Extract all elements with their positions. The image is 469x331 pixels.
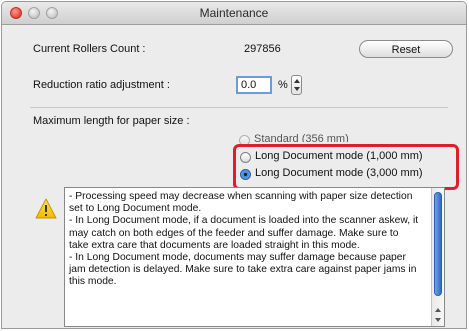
rollers-count-value: 297856 — [244, 43, 281, 55]
notice-scrollbar[interactable] — [431, 188, 444, 326]
window-title: Maintenance — [199, 6, 269, 20]
maintenance-window: Maintenance Current Rollers Count : 2978… — [1, 1, 467, 329]
reduction-ratio-stepper[interactable] — [291, 75, 302, 95]
rollers-count-label: Current Rollers Count : — [33, 43, 146, 55]
warning-icon — [35, 198, 57, 219]
scroll-up-icon[interactable] — [435, 308, 441, 312]
stepper-down-icon[interactable] — [294, 87, 300, 91]
scroll-down-icon[interactable] — [435, 318, 441, 322]
percent-unit-label: % — [278, 79, 288, 91]
stepper-up-icon[interactable] — [294, 79, 300, 83]
notice-text: - Processing speed may decrease when sca… — [69, 191, 419, 288]
radio-standard-label: Standard (356 mm) — [254, 133, 349, 142]
notice-text-area[interactable]: - Processing speed may decrease when sca… — [64, 187, 445, 327]
max-length-label: Maximum length for paper size : — [33, 115, 190, 127]
reduction-ratio-input[interactable]: 0.0 — [236, 76, 272, 94]
reduction-ratio-label: Reduction ratio adjustment : — [33, 79, 170, 91]
reset-button[interactable]: Reset — [359, 40, 453, 58]
title-bar: Maintenance — [2, 2, 466, 25]
highlight-box — [233, 144, 459, 190]
section-divider — [30, 107, 448, 108]
scroll-thumb[interactable] — [434, 192, 442, 296]
